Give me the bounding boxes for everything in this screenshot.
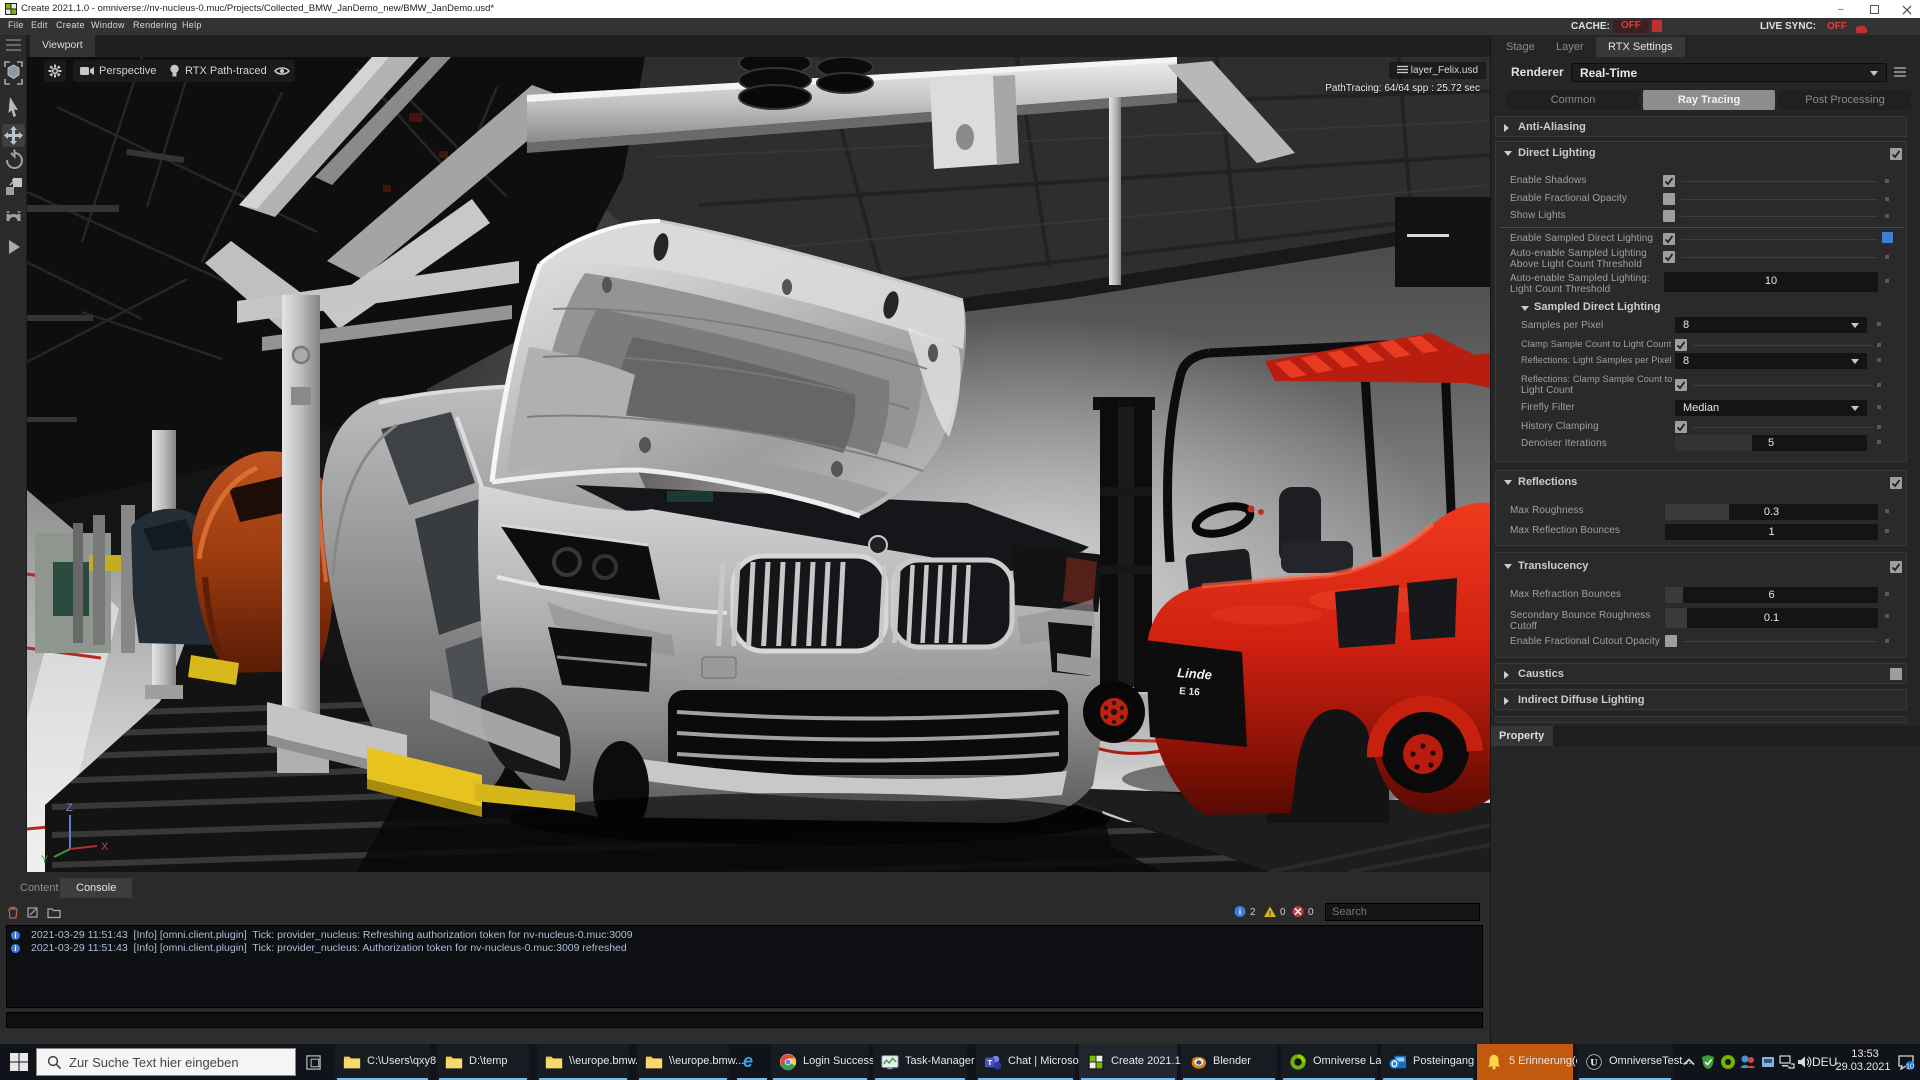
svg-text:Y: Y xyxy=(41,854,49,866)
svg-text:0: 0 xyxy=(1280,907,1286,918)
svg-text:E 16: E 16 xyxy=(1179,686,1201,698)
svg-text:T: T xyxy=(988,1058,993,1067)
svg-text:0: 0 xyxy=(1308,907,1314,918)
svg-text:10: 10 xyxy=(1906,1062,1914,1071)
svg-text:Z: Z xyxy=(66,802,73,814)
svg-text:i: i xyxy=(1239,908,1241,917)
svg-text:X: X xyxy=(101,841,109,853)
svg-text:Linde: Linde xyxy=(1177,665,1213,682)
svg-text:2: 2 xyxy=(1250,907,1256,918)
svg-text:U: U xyxy=(1590,1058,1597,1069)
svg-text:!: ! xyxy=(1269,911,1271,918)
